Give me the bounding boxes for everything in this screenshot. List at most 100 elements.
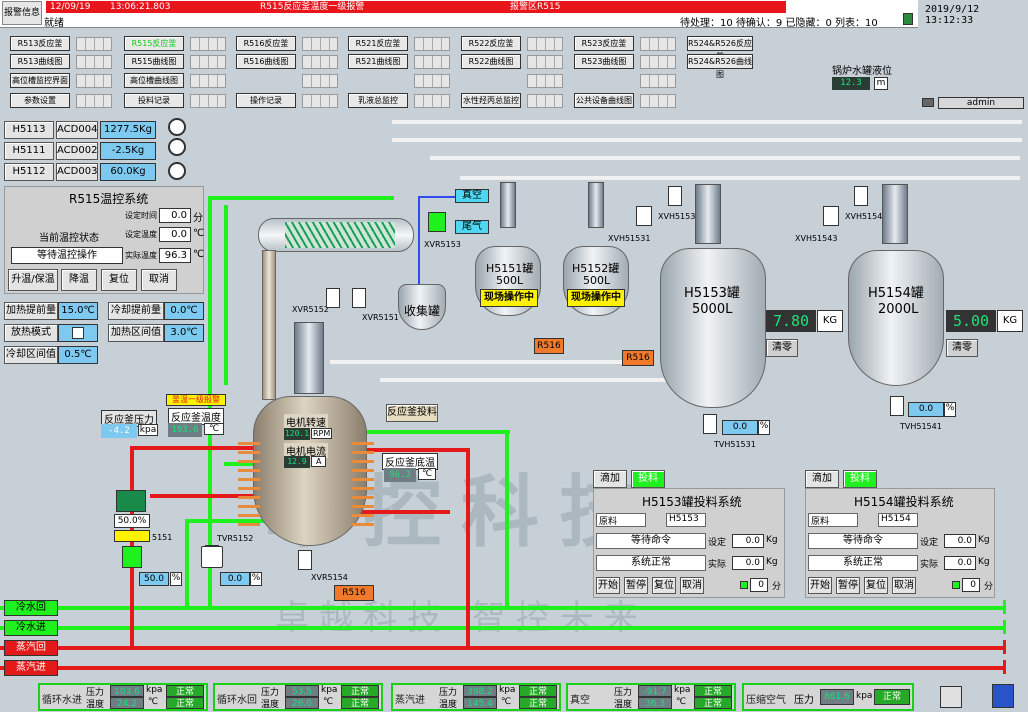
feed-cancel-button[interactable]: 取消 <box>680 577 704 594</box>
alarm-info-button[interactable]: 报警信息 <box>2 1 42 25</box>
nav-button[interactable]: 水性羟丙总监控 <box>461 93 521 108</box>
control-valve-output[interactable]: 50.0 <box>139 572 169 586</box>
pipe-end <box>1003 600 1006 614</box>
h5153-valve-value[interactable]: 0.0 <box>722 420 758 435</box>
nav-indicator <box>527 74 563 88</box>
h5152-tag[interactable]: R516 <box>622 350 654 366</box>
h5154-valve-value[interactable]: 0.0 <box>908 402 944 417</box>
nav-button[interactable]: 公共设备曲线图 <box>574 93 634 108</box>
feed-reset-button[interactable]: 复位 <box>864 577 888 594</box>
feed-cancel-button[interactable]: 取消 <box>892 577 916 594</box>
nav-button[interactable]: R513曲线图 <box>10 54 70 69</box>
cancel-button[interactable]: 取消 <box>141 269 177 291</box>
collector-label: 收集罐 <box>404 304 441 318</box>
nav-button[interactable]: R523反应釜 <box>574 36 634 51</box>
h5154-reset-button[interactable]: 清零 <box>946 339 978 357</box>
feed-pause-button[interactable]: 暂停 <box>836 577 860 594</box>
feed-start-button[interactable]: 开始 <box>596 577 620 594</box>
feed-add-button[interactable]: 滴加 <box>805 470 839 488</box>
pipe-end <box>1003 620 1006 634</box>
set-time-value[interactable]: 0.0 <box>159 208 191 223</box>
feed-pause-button[interactable]: 暂停 <box>624 577 648 594</box>
valve-icon[interactable] <box>890 396 904 416</box>
vacuum-pipe <box>418 196 420 286</box>
h5151-tag[interactable]: R516 <box>534 338 564 354</box>
scale-icon[interactable] <box>168 162 186 180</box>
nav-button[interactable]: 操作记录 <box>236 93 296 108</box>
set-temp-value[interactable]: 0.0 <box>159 227 191 242</box>
cool-button[interactable]: 降温 <box>61 269 97 291</box>
feed-start-button[interactable]: 开始 <box>808 577 832 594</box>
feed-material-select[interactable]: 原料 <box>596 513 646 527</box>
nav-indicator <box>302 74 338 88</box>
scale-icon[interactable] <box>168 118 186 136</box>
alarm-export-icon[interactable] <box>903 13 913 25</box>
valve-icon[interactable] <box>428 212 446 232</box>
valve-icon[interactable] <box>326 288 340 308</box>
temp-control-panel: R515温控系统 设定时间 0.0 分 当前温控状态 设定温度 0.0 ℃ 等待… <box>4 186 204 294</box>
nav-button[interactable]: R522曲线图 <box>461 54 521 69</box>
valve-icon[interactable] <box>823 206 839 226</box>
nav-button[interactable]: R515反应釜 <box>124 36 184 51</box>
motor-speed-unit: RPM <box>311 428 333 439</box>
feed-set-value[interactable]: 0.0 <box>944 534 976 548</box>
cool-advance-value[interactable]: 0.0℃ <box>164 302 204 320</box>
h5154-tank <box>848 250 944 386</box>
feed-reset-button[interactable]: 复位 <box>652 577 676 594</box>
h5151-status: 现场操作中 <box>480 289 538 307</box>
feed-add-button[interactable]: 滴加 <box>593 470 627 488</box>
reactor-temp-value: 103.6 <box>168 423 202 437</box>
feed-material-select[interactable]: 原料 <box>808 513 858 527</box>
nav-button[interactable]: R524&R526曲线图 <box>687 54 753 79</box>
nav-button[interactable]: 参数设置 <box>10 93 70 108</box>
control-valve-icon[interactable] <box>116 490 146 512</box>
pipe-white <box>460 176 1020 180</box>
alarm-banner[interactable]: 12/09/19 13:06:21.803 R515反应釜温度一级报警 报警区R… <box>46 1 786 13</box>
feed-title: H5154罐投料系统 <box>854 495 954 509</box>
nav-indicator <box>414 94 450 108</box>
tvr-icon[interactable] <box>201 546 223 568</box>
reactor-bottom-tag[interactable]: R516 <box>334 585 374 601</box>
exit-icon[interactable] <box>992 684 1014 708</box>
utility-pressure-value: 53.5 <box>285 685 319 697</box>
nav-button[interactable]: R523曲线图 <box>574 54 634 69</box>
reactor-feed-button[interactable]: 反应釜投料 <box>386 404 438 422</box>
heat-button[interactable]: 升温/保温 <box>8 269 58 291</box>
nav-button[interactable]: R524&R526反应釜 <box>687 36 753 61</box>
tvr-valve-icon[interactable] <box>122 546 142 568</box>
valve-icon[interactable] <box>352 288 366 308</box>
control-valve-mode[interactable] <box>114 530 150 542</box>
feed-feed-button[interactable]: 投料 <box>843 470 877 488</box>
valve-icon[interactable] <box>703 414 717 434</box>
calculator-icon[interactable] <box>940 686 962 708</box>
nav-button[interactable]: 高位槽曲线图 <box>124 73 184 88</box>
nav-button[interactable]: R516反应釜 <box>236 36 296 51</box>
scale-icon[interactable] <box>168 138 186 156</box>
pipe-end <box>1003 640 1006 654</box>
nav-button[interactable]: 乳液总监控 <box>348 93 408 108</box>
nav-button[interactable]: R513反应釜 <box>10 36 70 51</box>
heat-range-value[interactable]: 3.0℃ <box>164 324 204 342</box>
cool-range-value[interactable]: 0.5℃ <box>58 346 98 364</box>
valve-icon[interactable] <box>636 206 652 226</box>
nav-button[interactable]: 投料记录 <box>124 93 184 108</box>
exo-mode-toggle[interactable] <box>58 324 98 342</box>
nav-button[interactable]: R521曲线图 <box>348 54 408 69</box>
heat-advance-value[interactable]: 15.0℃ <box>58 302 98 320</box>
feed-feed-button[interactable]: 投料 <box>631 470 665 488</box>
printer-icon[interactable] <box>922 98 934 107</box>
valve-icon[interactable] <box>668 186 682 206</box>
user-field[interactable]: admin <box>938 97 1024 109</box>
nav-button[interactable]: R515曲线图 <box>124 54 184 69</box>
feed-set-value[interactable]: 0.0 <box>732 534 764 548</box>
nav-indicator <box>527 55 563 69</box>
nav-button[interactable]: R522反应釜 <box>461 36 521 51</box>
nav-button[interactable]: 高位槽监控界面 <box>10 73 70 88</box>
reset-button[interactable]: 复位 <box>101 269 137 291</box>
nav-button[interactable]: R521反应釜 <box>348 36 408 51</box>
nav-button[interactable]: R516曲线图 <box>236 54 296 69</box>
valve-icon[interactable] <box>298 550 312 570</box>
tvr-output[interactable]: 0.0 <box>220 572 250 586</box>
h5153-reset-button[interactable]: 清零 <box>766 339 798 357</box>
valve-icon[interactable] <box>854 186 868 206</box>
